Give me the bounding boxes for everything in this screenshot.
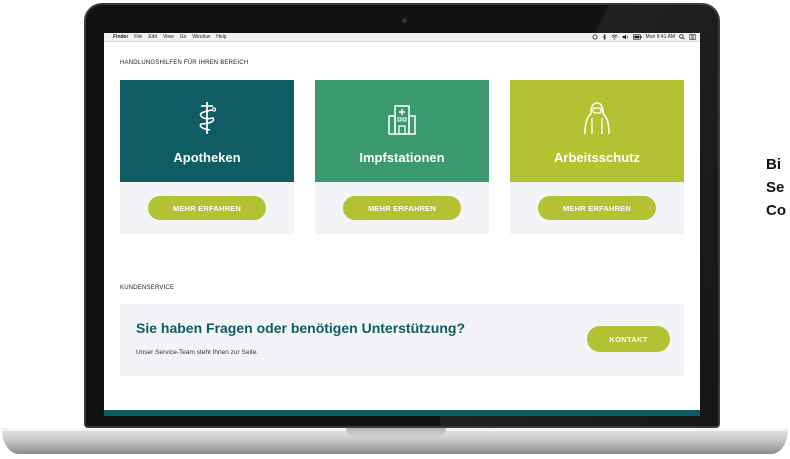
mehr-erfahren-button-apotheken[interactable]: MEHR ERFAHREN <box>148 196 266 220</box>
menu-bar: Finder File Edit View Go Window Help Mon… <box>104 33 700 42</box>
protective-suit-icon <box>584 102 610 135</box>
kontakt-button[interactable]: KONTAKT <box>587 326 670 352</box>
camera-icon <box>402 18 407 23</box>
battery-icon[interactable] <box>632 34 642 40</box>
mehr-erfahren-button-arbeitsschutz[interactable]: MEHR ERFAHREN <box>538 196 656 220</box>
card-arbeitsschutz: Arbeitsschutz MEHR ERFAHREN <box>510 80 684 234</box>
card-header[interactable]: Apotheken <box>120 80 294 182</box>
menu-item-finder[interactable]: Finder <box>113 34 128 40</box>
volume-icon[interactable] <box>622 34 629 40</box>
service-subtitle: Unser Service-Team steht Ihnen zur Seite… <box>136 349 259 356</box>
stage: Finder File Edit View Go Window Help Mon… <box>0 0 790 459</box>
search-icon[interactable] <box>679 34 685 40</box>
menu-item-help[interactable]: Help <box>216 34 226 40</box>
card-title: Arbeitsschutz <box>554 150 640 165</box>
menu-item-edit[interactable]: Edit <box>148 34 157 40</box>
card-header[interactable]: Impfstationen <box>315 80 489 182</box>
mehr-erfahren-button-impfstationen[interactable]: MEHR ERFAHREN <box>343 196 461 220</box>
wifi-icon[interactable] <box>610 34 618 40</box>
menu-item-file[interactable]: File <box>134 34 142 40</box>
menu-item-window[interactable]: Window <box>192 34 210 40</box>
side-text-line-1: Bi <box>766 156 781 173</box>
footer-strip <box>104 410 700 416</box>
service-title: Sie haben Fragen oder benötigen Unterstü… <box>136 320 466 336</box>
section-title: HANDLUNGSHILFEN FÜR IHREN BEREICH <box>120 60 249 66</box>
side-text-line-3: Co <box>766 202 786 219</box>
menu-item-view[interactable]: View <box>163 34 174 40</box>
menu-bar-status: Mon 9:41 AM <box>592 34 696 40</box>
notification-list-icon[interactable] <box>689 34 696 40</box>
sync-icon[interactable] <box>592 34 598 40</box>
caduceus-icon <box>199 102 217 134</box>
laptop-notch <box>346 428 446 436</box>
card-apotheken: Apotheken MEHR ERFAHREN <box>120 80 294 234</box>
kundenservice-label: KUNDENSERVICE <box>120 285 175 291</box>
hospital-icon <box>388 105 416 135</box>
menu-item-go[interactable]: Go <box>180 34 187 40</box>
card-title: Impfstationen <box>359 150 445 165</box>
laptop-screen: Finder File Edit View Go Window Help Mon… <box>104 33 700 416</box>
menu-bar-clock[interactable]: Mon 9:41 AM <box>646 34 675 40</box>
service-box: Sie haben Fragen oder benötigen Unterstü… <box>120 304 684 376</box>
side-text-line-2: Se <box>766 179 785 196</box>
bluetooth-icon[interactable] <box>602 34 607 40</box>
card-header[interactable]: Arbeitsschutz <box>510 80 684 182</box>
card-impfstationen: Impfstationen MEHR ERFAHREN <box>315 80 489 234</box>
card-title: Apotheken <box>173 150 241 165</box>
